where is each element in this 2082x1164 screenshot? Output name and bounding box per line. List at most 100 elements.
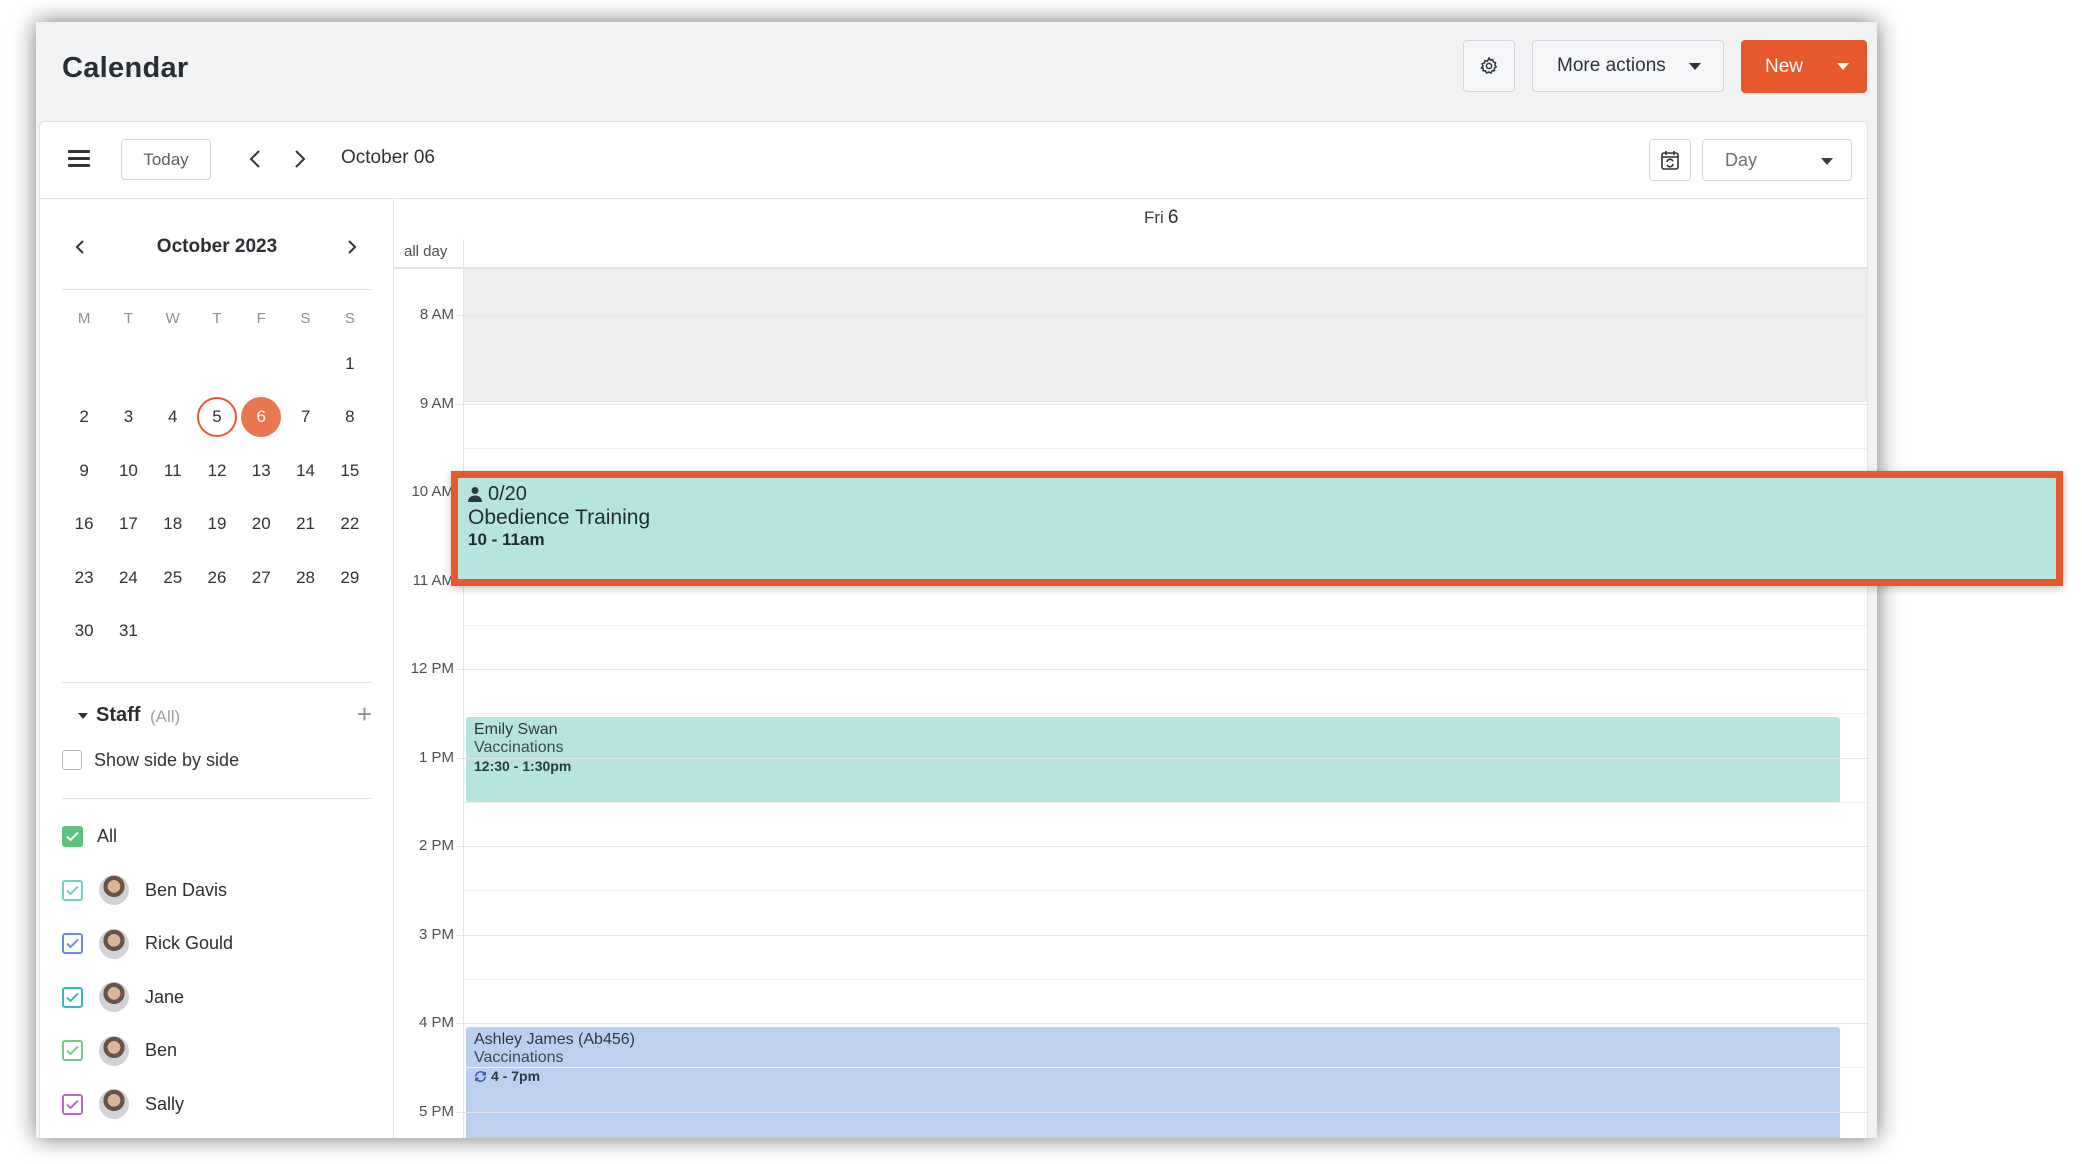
mini-calendar-day[interactable]: 22 [328, 504, 372, 544]
day-number[interactable]: 7 [286, 397, 326, 437]
staff-checkbox[interactable] [62, 933, 83, 955]
view-select[interactable]: Day [1702, 139, 1852, 181]
day-number[interactable]: 9 [64, 451, 104, 491]
mini-next-month-button[interactable] [342, 235, 362, 259]
new-button[interactable]: New [1741, 40, 1867, 93]
mini-calendar-day[interactable]: 12 [195, 451, 239, 491]
mini-calendar-day[interactable]: 31 [106, 611, 150, 651]
mini-calendar-day[interactable]: 9 [62, 451, 106, 491]
menu-icon[interactable] [68, 150, 90, 168]
mini-calendar-day[interactable]: 19 [195, 504, 239, 544]
mini-calendar-day[interactable]: 10 [106, 451, 150, 491]
day-number[interactable]: 11 [153, 451, 193, 491]
mini-calendar-day[interactable]: 2 [62, 397, 106, 437]
staff-name: Jane [145, 986, 185, 1007]
day-number[interactable]: 3 [108, 397, 148, 437]
day-number[interactable]: 18 [153, 504, 193, 544]
day-view: Fri 6 all day Emily Swan Vaccinations 12:… [394, 199, 1867, 1138]
day-number[interactable]: 4 [153, 397, 193, 437]
mini-calendar-day[interactable]: 5 [195, 397, 239, 438]
event-service: Vaccinations [474, 1049, 564, 1066]
day-number[interactable]: 13 [241, 451, 281, 491]
mini-calendar-day[interactable]: 25 [151, 558, 195, 598]
staff-name: Rick Gould [145, 933, 234, 954]
today-button[interactable]: Today [121, 139, 211, 180]
staff-header[interactable]: Staff (All) + [62, 701, 372, 731]
selected-day[interactable]: 6 [241, 397, 282, 438]
mini-calendar-day[interactable]: 17 [106, 504, 150, 544]
add-staff-icon[interactable]: + [357, 701, 372, 727]
event-emily-swan[interactable]: Emily Swan Vaccinations 12:30 - 1:30pm [466, 717, 1840, 803]
day-number[interactable]: 28 [286, 558, 326, 598]
day-number[interactable]: 23 [64, 558, 104, 598]
mini-calendar-day[interactable]: 24 [106, 558, 150, 598]
mini-calendar-day[interactable]: 16 [62, 504, 106, 544]
staff-checkbox[interactable] [62, 879, 83, 901]
mini-calendar-day[interactable]: 28 [283, 558, 327, 598]
day-number[interactable]: 19 [197, 504, 237, 544]
mini-calendar-day[interactable]: 14 [283, 451, 327, 491]
staff-checkbox[interactable] [62, 1040, 83, 1062]
staff-item[interactable]: Ben Davis [62, 864, 372, 918]
mini-calendar-day[interactable]: 3 [106, 397, 150, 437]
day-number[interactable]: 31 [108, 611, 148, 651]
settings-button[interactable] [1463, 40, 1515, 92]
mini-calendar-day[interactable]: 26 [195, 558, 239, 598]
today-day[interactable]: 5 [196, 397, 237, 438]
staff-item[interactable]: Rick Gould [62, 917, 372, 971]
side-by-side-checkbox[interactable] [62, 750, 82, 770]
mini-calendar-day[interactable]: 29 [328, 558, 372, 598]
staff-checkbox[interactable] [62, 826, 83, 848]
day-number[interactable]: 15 [330, 451, 370, 491]
mini-calendar-day[interactable]: 21 [283, 504, 327, 544]
previous-day-button[interactable] [242, 144, 268, 174]
event-ashley-james[interactable]: Ashley James (Ab456) Vaccinations 4 - 7p… [466, 1027, 1840, 1138]
mini-calendar-day[interactable]: 4 [151, 397, 195, 437]
day-number[interactable]: 26 [197, 558, 237, 598]
caret-down-icon[interactable] [1837, 63, 1849, 70]
day-number[interactable]: 16 [64, 504, 104, 544]
event-obedience-training[interactable]: 0/20 Obedience Training 10 - 11am [451, 471, 2063, 586]
mini-calendar-day[interactable]: 13 [239, 451, 283, 491]
mini-calendar-day[interactable]: 8 [328, 397, 372, 437]
mini-calendar-day[interactable]: 1 [328, 344, 372, 384]
day-number[interactable]: 29 [330, 558, 370, 598]
calendar-sync-button[interactable] [1649, 139, 1691, 181]
day-number[interactable]: 2 [64, 397, 104, 437]
day-number[interactable]: 14 [286, 451, 326, 491]
day-number[interactable]: 22 [330, 504, 370, 544]
mini-calendar-day[interactable]: 20 [239, 504, 283, 544]
mini-calendar-day[interactable]: 18 [151, 504, 195, 544]
mini-calendar-week: 30 31 [62, 605, 372, 659]
day-number[interactable]: 17 [108, 504, 148, 544]
day-number[interactable]: 10 [108, 451, 148, 491]
more-actions-button[interactable]: More actions [1532, 40, 1724, 92]
mini-calendar-day[interactable]: 11 [151, 451, 195, 491]
next-day-button[interactable] [287, 144, 313, 174]
mini-calendar-day[interactable]: 6 [239, 397, 283, 438]
mini-calendar-day[interactable]: 15 [328, 451, 372, 491]
staff-item[interactable]: Ben [62, 1024, 372, 1078]
day-number[interactable]: 25 [153, 558, 193, 598]
day-number[interactable]: 30 [64, 611, 104, 651]
day-number[interactable]: 21 [286, 504, 326, 544]
mini-calendar-day[interactable]: 27 [239, 558, 283, 598]
staff-item[interactable]: Sally [62, 1078, 372, 1132]
show-side-by-side-toggle[interactable]: Show side by side [62, 745, 372, 775]
day-number[interactable]: 20 [241, 504, 281, 544]
collapse-caret-icon[interactable] [78, 713, 88, 719]
day-number[interactable]: 12 [197, 451, 237, 491]
day-number[interactable]: 27 [241, 558, 281, 598]
calendar-panel: Today October 06 Day October 2023 M T W … [39, 121, 1868, 1138]
staff-item[interactable]: All [62, 810, 372, 864]
mini-calendar-day[interactable]: 7 [283, 397, 327, 437]
mini-calendar-day[interactable]: 30 [62, 611, 106, 651]
staff-checkbox[interactable] [62, 986, 83, 1008]
day-number[interactable]: 1 [330, 344, 370, 384]
day-number[interactable]: 24 [108, 558, 148, 598]
staff-item[interactable]: Jane [62, 971, 372, 1025]
time-grid[interactable]: Emily Swan Vaccinations 12:30 - 1:30pm A… [394, 269, 1867, 1138]
mini-calendar-day[interactable]: 23 [62, 558, 106, 598]
staff-checkbox[interactable] [62, 1093, 83, 1115]
day-number[interactable]: 8 [330, 397, 370, 437]
